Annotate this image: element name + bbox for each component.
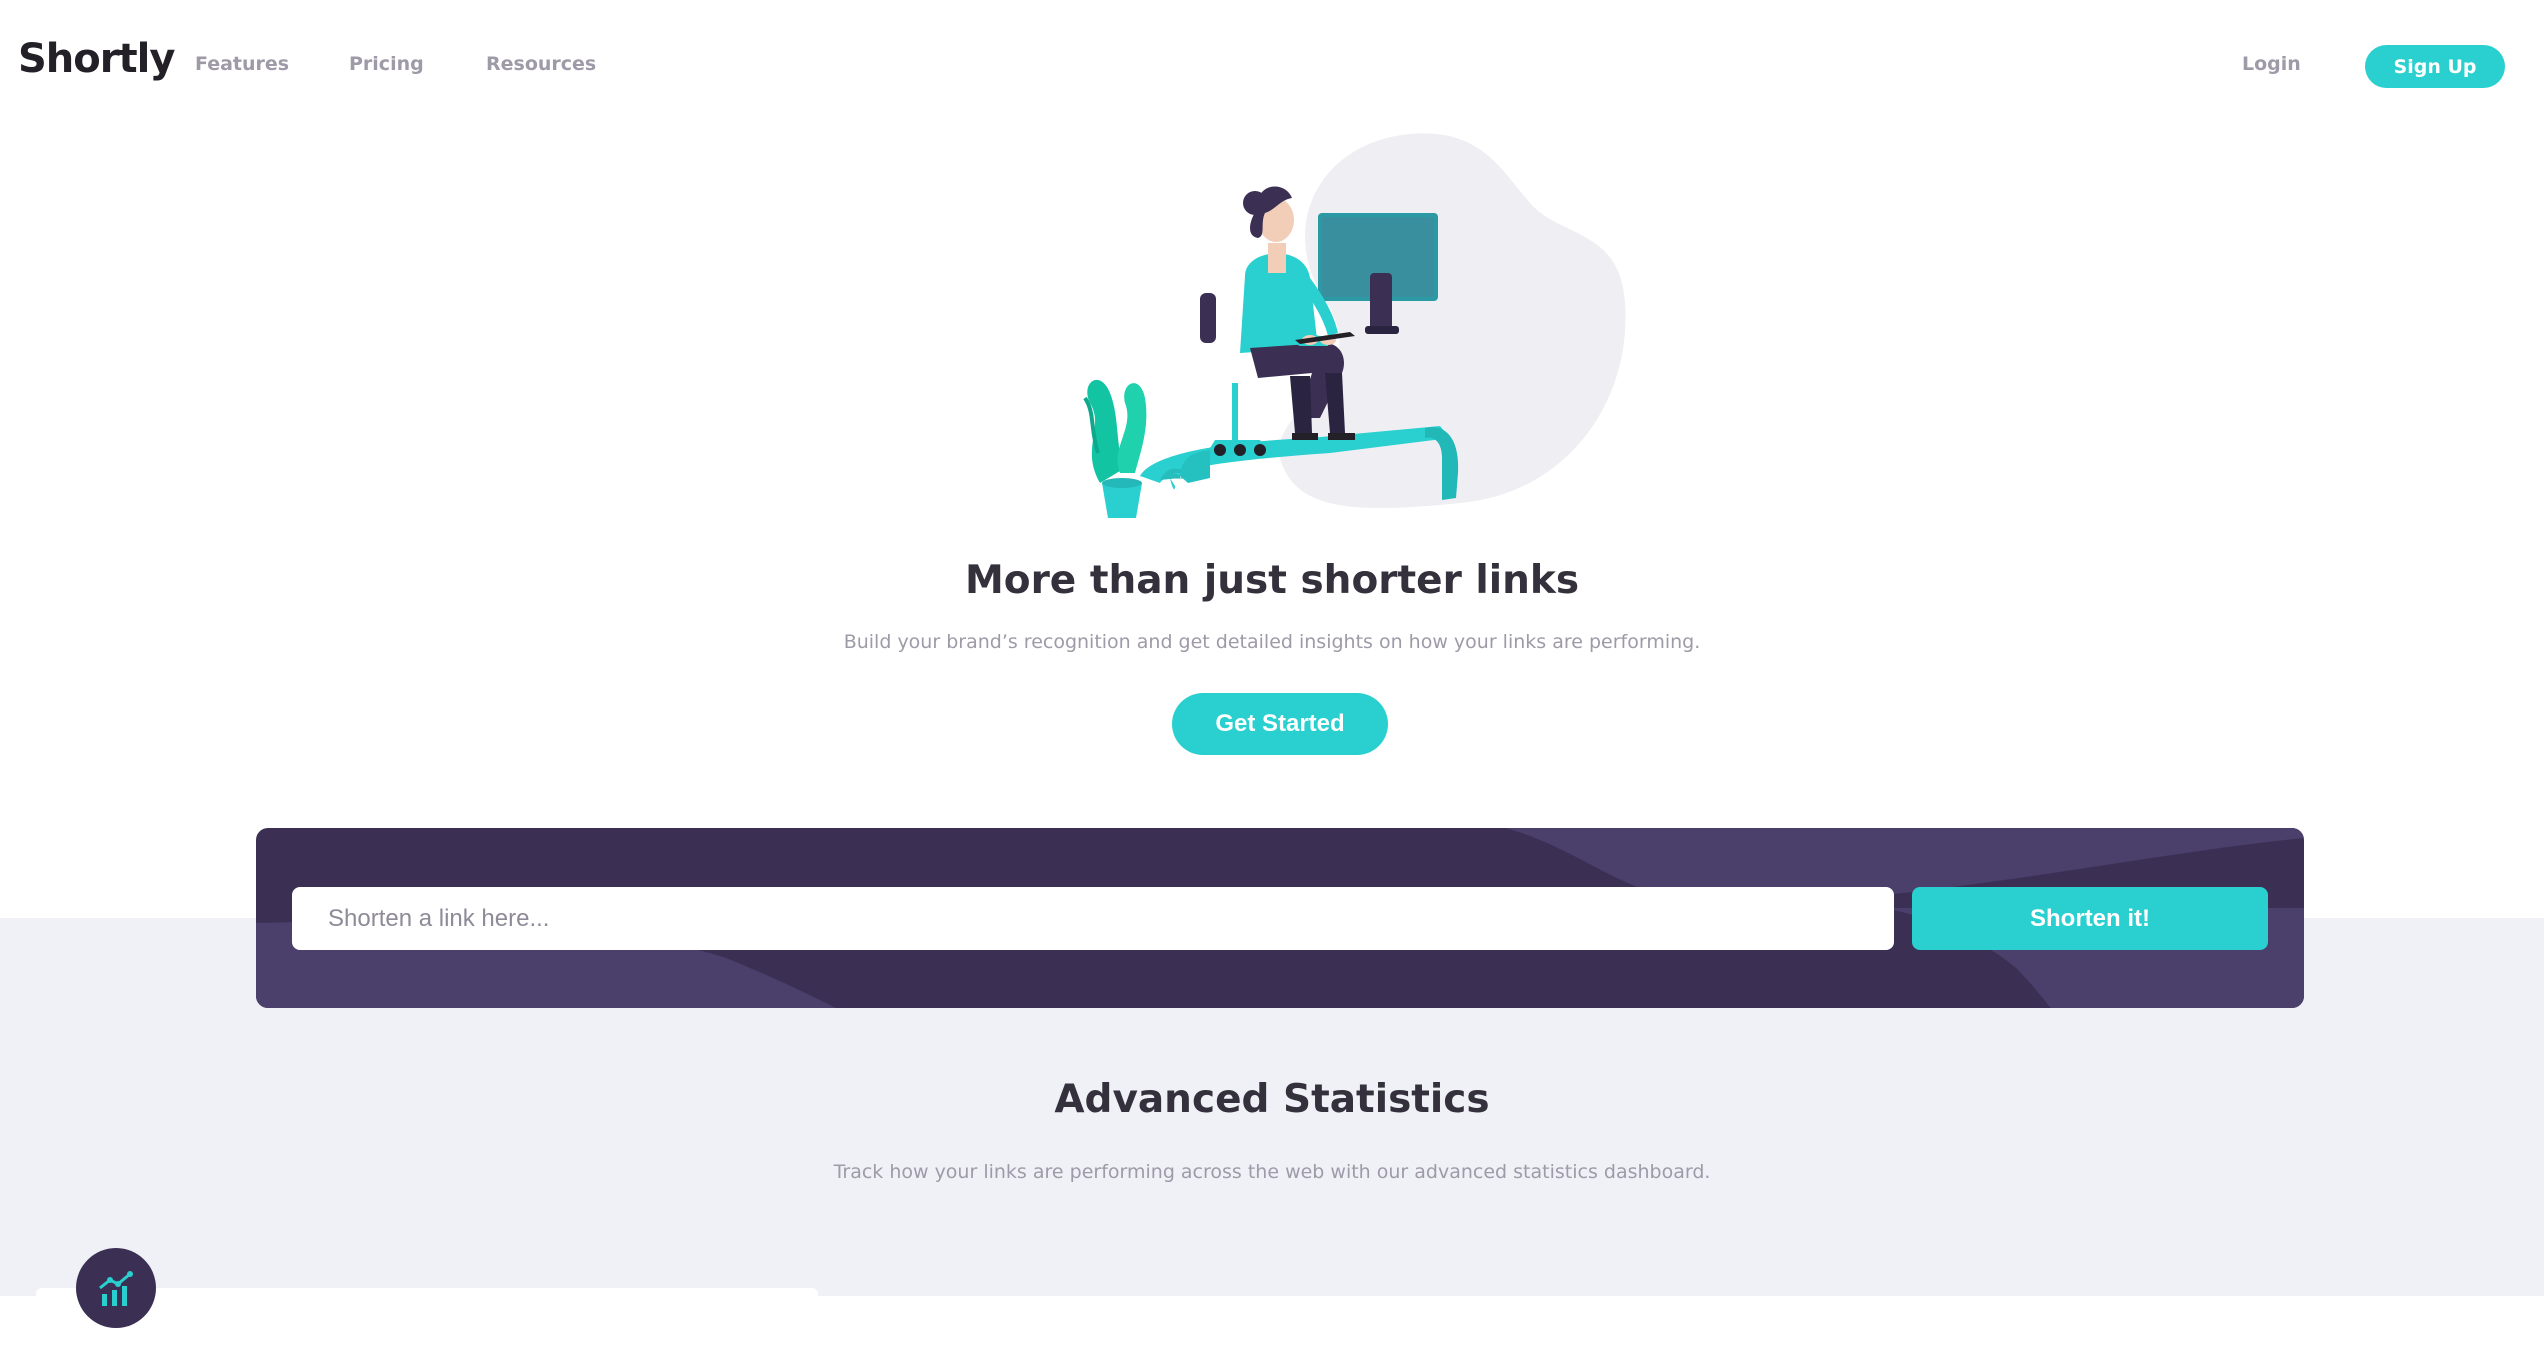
shorten-it-button[interactable]: Shorten it! xyxy=(1912,887,2268,950)
statistics-subtitle: Track how your links are performing acro… xyxy=(833,1161,1711,1183)
nav-resources-link[interactable]: Resources xyxy=(486,53,596,75)
shorten-link-input[interactable] xyxy=(292,887,1894,950)
chart-icon xyxy=(76,1248,156,1328)
site-header: Shortly Features Pricing Resources Login… xyxy=(0,0,2544,132)
get-started-button[interactable]: Get Started xyxy=(1172,693,1388,755)
nav-features-link[interactable]: Features xyxy=(195,53,289,75)
plant xyxy=(1083,379,1147,518)
chart-icon-glyph xyxy=(99,1271,133,1306)
person-working-at-desk-illustration xyxy=(1083,133,1626,518)
nav-pricing-link[interactable]: Pricing xyxy=(349,53,424,75)
sign-up-button[interactable]: Sign Up xyxy=(2365,45,2505,88)
logo[interactable]: Shortly xyxy=(18,36,175,82)
statistics-title: Advanced Statistics xyxy=(1054,1077,1490,1122)
login-link[interactable]: Login xyxy=(2242,53,2301,75)
hero-subtitle: Build your brand’s recognition and get d… xyxy=(843,631,1701,653)
shorten-link-form: Shorten it! xyxy=(256,828,2304,1008)
hero-title: More than just shorter links xyxy=(964,558,1580,603)
